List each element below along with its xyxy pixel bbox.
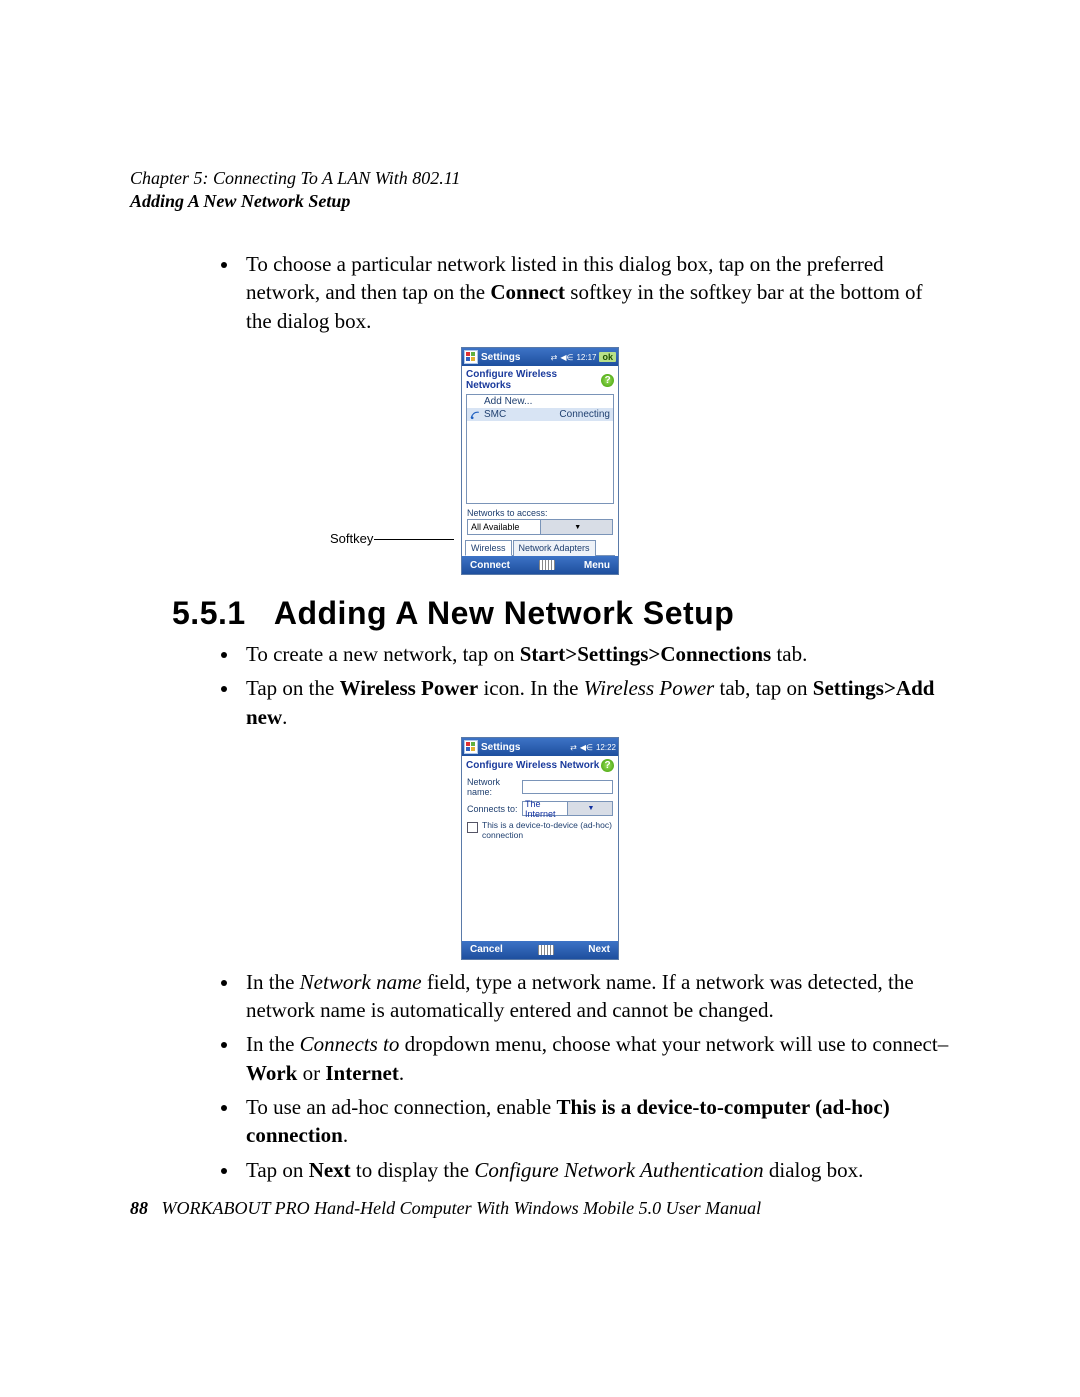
volume-icon[interactable]: ◀∈ — [580, 743, 593, 752]
softkey-bar: Cancel Next — [462, 941, 618, 959]
connect-keyword: Connect — [490, 280, 565, 304]
wm-titlebar: Settings ⇄ ◀∈ 12:17 ok — [462, 348, 618, 366]
networks-to-access-combo[interactable]: All Available ▼ — [467, 519, 613, 535]
intro-bullet: To choose a particular network listed in… — [240, 250, 950, 335]
text: Connects to — [300, 1032, 400, 1056]
page-title: Configure Wireless Networks — [466, 369, 601, 391]
text: Wireless Power — [340, 676, 479, 700]
wm-titlebar: Settings ⇄ ◀∈ 12:22 — [462, 738, 618, 756]
page-number: 88 — [130, 1198, 148, 1218]
tab-network-adapters[interactable]: Network Adapters — [513, 540, 596, 556]
status-icons: ⇄ ◀∈ 12:22 — [570, 743, 616, 752]
help-icon[interactable]: ? — [601, 374, 614, 387]
wifi-icon — [470, 409, 481, 420]
screenshot-wireless-networks: Settings ⇄ ◀∈ 12:17 ok Configure Wireles… — [461, 347, 619, 575]
chevron-down-icon[interactable]: ▼ — [540, 520, 613, 534]
softkey-connect[interactable]: Connect — [470, 560, 510, 571]
screenshot-configure-network: Settings ⇄ ◀∈ 12:22 Configure Wireless N… — [461, 737, 619, 960]
text: In the — [246, 970, 300, 994]
app-title: Settings — [481, 352, 520, 363]
step-network-name: In the Network name field, type a networ… — [240, 968, 950, 1025]
step-wireless-power: Tap on the Wireless Power icon. In the W… — [240, 674, 950, 731]
text: . — [399, 1061, 404, 1085]
chapter-header: Chapter 5: Connecting To A LAN With 802.… — [130, 168, 950, 189]
nav-path: Start>Settings>Connections — [520, 642, 771, 666]
text: To use an ad-hoc connection, enable — [246, 1095, 557, 1119]
network-status: Connecting — [559, 409, 610, 420]
start-icon[interactable] — [464, 350, 478, 364]
ok-button[interactable]: ok — [599, 352, 616, 362]
start-icon[interactable] — [464, 740, 478, 754]
text: . — [282, 705, 287, 729]
text: Tap on the — [246, 676, 340, 700]
text: . — [343, 1123, 348, 1147]
text: tab. — [771, 642, 807, 666]
add-new-label: Add New... — [470, 396, 532, 407]
footer-text: WORKABOUT PRO Hand-Held Computer With Wi… — [162, 1198, 762, 1218]
networks-to-access-label: Networks to access: — [462, 504, 618, 519]
text: Wireless Power — [584, 676, 714, 700]
softkey-bar: Connect Menu — [462, 556, 618, 574]
adhoc-checkbox[interactable] — [467, 822, 478, 833]
figure-2-wrap: Settings ⇄ ◀∈ 12:22 Configure Wireless N… — [130, 737, 950, 960]
network-row-smc[interactable]: SMC Connecting — [467, 408, 613, 421]
text: to display the — [351, 1158, 475, 1182]
combo-value: The Internet — [523, 799, 567, 819]
section-number: 5.5.1 — [172, 595, 246, 631]
text: or — [297, 1061, 325, 1085]
text: Internet — [325, 1061, 398, 1085]
status-icons: ⇄ ◀∈ 12:17 — [551, 353, 597, 362]
text: Configure Network Authentication — [474, 1158, 763, 1182]
intro-block: To choose a particular network listed in… — [130, 250, 950, 335]
step-connects-to: In the Connects to dropdown menu, choose… — [240, 1030, 950, 1087]
text: icon. In the — [478, 676, 584, 700]
clock: 12:22 — [596, 743, 616, 752]
network-name-input[interactable] — [522, 780, 613, 794]
network-list[interactable]: Add New... SMC Connecting — [466, 394, 614, 504]
tab-strip: Wireless Network Adapters — [465, 539, 615, 556]
keyboard-icon[interactable] — [539, 560, 555, 570]
section-title-text: Adding A New Network Setup — [274, 595, 734, 631]
figure-1-wrap: Softkey Settings ⇄ ◀∈ 12:17 ok Configure… — [130, 347, 950, 575]
connects-to-label: Connects to: — [467, 804, 522, 814]
page-footer: 88 WORKABOUT PRO Hand-Held Computer With… — [130, 1198, 761, 1219]
text: In the — [246, 1032, 300, 1056]
text: dialog box. — [764, 1158, 864, 1182]
text: To create a new network, tap on — [246, 642, 520, 666]
connectivity-icon[interactable]: ⇄ — [551, 353, 558, 362]
softkey-callout-line — [374, 539, 454, 540]
app-title: Settings — [481, 742, 520, 753]
tab-wireless[interactable]: Wireless — [465, 540, 512, 556]
text: dropdown menu, choose what your network … — [399, 1032, 948, 1056]
section-heading: 5.5.1 Adding A New Network Setup — [172, 595, 950, 632]
add-new-row[interactable]: Add New... — [467, 395, 613, 408]
adhoc-label: This is a device-to-device (ad-hoc) conn… — [482, 821, 613, 841]
text: Network name — [300, 970, 422, 994]
step-create-network: To create a new network, tap on Start>Se… — [240, 640, 950, 668]
combo-value: All Available — [468, 522, 540, 532]
network-name: SMC — [484, 409, 506, 420]
softkey-callout-label: Softkey — [330, 531, 373, 546]
step-next: Tap on Next to display the Configure Net… — [240, 1156, 950, 1184]
softkey-menu[interactable]: Menu — [584, 560, 610, 571]
text: tab, tap on — [714, 676, 813, 700]
text: Tap on — [246, 1158, 309, 1182]
text: Work — [246, 1061, 297, 1085]
manual-page: Chapter 5: Connecting To A LAN With 802.… — [0, 0, 1080, 1397]
softkey-next[interactable]: Next — [588, 944, 610, 955]
page-title: Configure Wireless Network — [466, 760, 599, 771]
help-icon[interactable]: ? — [601, 759, 614, 772]
volume-icon[interactable]: ◀∈ — [560, 353, 573, 362]
step-adhoc: To use an ad-hoc connection, enable This… — [240, 1093, 950, 1150]
text: Next — [309, 1158, 351, 1182]
chevron-down-icon[interactable]: ▼ — [567, 802, 612, 815]
connectivity-icon[interactable]: ⇄ — [570, 743, 577, 752]
keyboard-icon[interactable] — [538, 945, 554, 955]
clock: 12:17 — [576, 353, 596, 362]
chapter-subheader: Adding A New Network Setup — [130, 191, 950, 212]
network-name-label: Network name: — [467, 777, 522, 797]
softkey-cancel[interactable]: Cancel — [470, 944, 503, 955]
connects-to-combo[interactable]: The Internet ▼ — [522, 801, 613, 816]
